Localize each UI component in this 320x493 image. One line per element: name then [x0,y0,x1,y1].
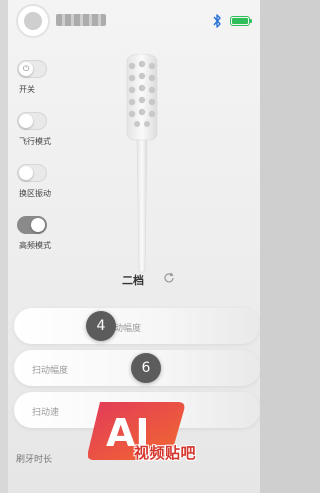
sweep-amplitude-label: 扫动幅度 [32,366,69,376]
avatar[interactable] [16,4,50,38]
zone-vibration-label: 换区振动 [19,189,51,198]
power-toggle[interactable]: ⏻ [17,60,47,78]
avatar-image [24,12,42,30]
amplitude-slider-label: 动幅度 [114,324,142,334]
watermark-text: 视频贴吧 [134,444,197,462]
power-toggle-label: 开关 [19,85,35,94]
high-frequency-toggle[interactable] [17,216,47,234]
sweep-amplitude-value-bubble[interactable]: 6 [131,353,161,383]
battery-tip [250,19,252,23]
brush-time-label: 刷牙时长 [16,455,53,465]
edge-strip [0,0,8,493]
toothbrush-head-illustration [126,54,158,273]
toggle-knob [31,218,45,232]
bluetooth-icon [213,14,221,28]
zone-vibration-toggle[interactable] [17,164,47,182]
battery-level-fill [232,18,248,24]
toothbrush-control-screen: ⏻ 开关 飞行模式 换区振动 高频模式 二档 动幅度 4 扫动幅度 6 扫动速 … [0,0,260,493]
username-blurred [56,14,106,26]
toggle-knob [19,114,33,128]
power-icon: ⏻ [22,64,30,73]
battery-icon [230,16,250,26]
high-frequency-label: 高频模式 [19,241,51,250]
flight-mode-label: 飞行模式 [19,137,51,146]
current-mode-label: 二档 [122,274,144,287]
toggle-knob [19,166,33,180]
amplitude-value-bubble[interactable]: 4 [86,311,116,341]
refresh-icon[interactable] [163,272,175,284]
sweep-speed-label: 扫动速 [32,408,60,418]
flight-mode-toggle[interactable] [17,112,47,130]
